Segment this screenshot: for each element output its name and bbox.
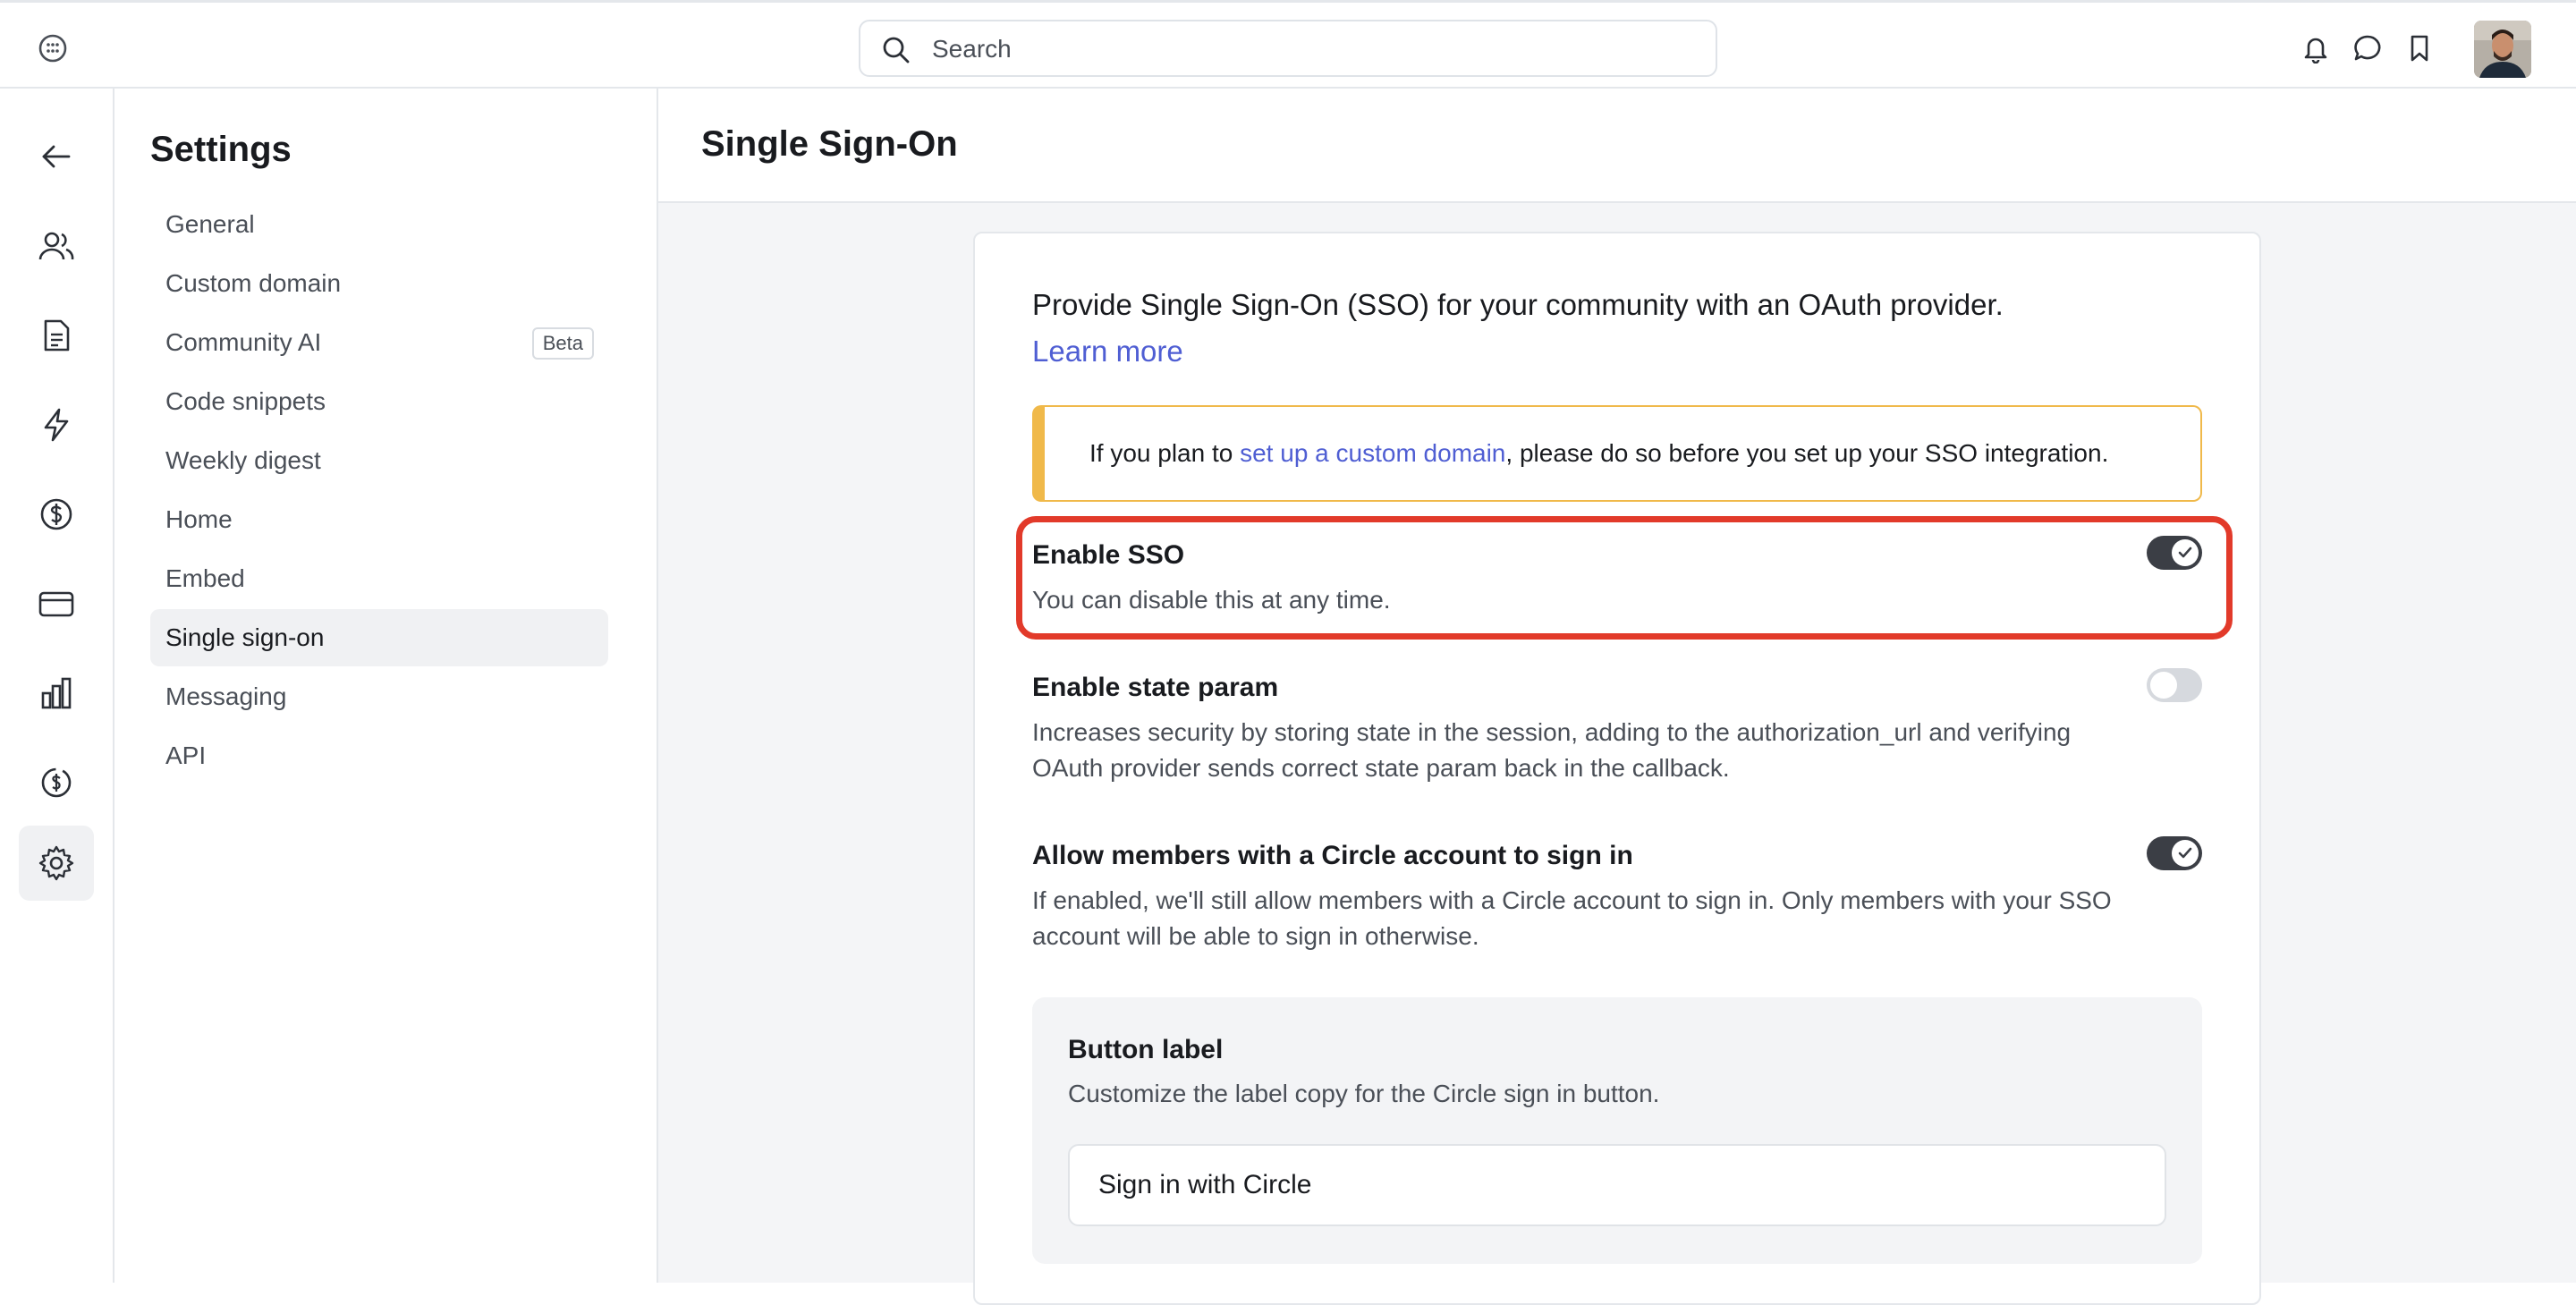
- page-title: Single Sign-On: [701, 124, 958, 164]
- setting-title: Allow members with a Circle account to s…: [1032, 841, 1633, 870]
- bell-icon[interactable]: [2301, 33, 2331, 64]
- nav-item-general[interactable]: General: [150, 196, 608, 253]
- search-bar[interactable]: [859, 20, 1717, 77]
- search-icon: [883, 37, 910, 64]
- nav-item-code-snippets[interactable]: Code snippets: [150, 373, 608, 430]
- dollar-icon: [40, 498, 72, 530]
- setting-description: If enabled, we'll still allow members wi…: [1032, 886, 2112, 950]
- search-input[interactable]: [932, 32, 1683, 66]
- setting-enable-sso: Enable SSO You can disable this at any t…: [1032, 536, 2202, 618]
- rail-workflows[interactable]: [19, 387, 94, 462]
- paywall-icon: [41, 767, 72, 798]
- check-icon: [2178, 547, 2192, 558]
- nav-item-messaging[interactable]: Messaging: [150, 668, 608, 725]
- top-bar: [0, 0, 2576, 89]
- avatar[interactable]: [2474, 21, 2531, 78]
- nav-item-embed[interactable]: Embed: [150, 550, 608, 607]
- setting-description: Increases security by storing state in t…: [1032, 718, 2072, 782]
- gear-icon: [38, 845, 74, 881]
- custom-domain-notice: If you plan to set up a custom domain, p…: [1032, 405, 2202, 502]
- learn-more-link[interactable]: Learn more: [1032, 328, 2195, 375]
- nav-item-weekly-digest[interactable]: Weekly digest: [150, 432, 608, 489]
- rail-members[interactable]: [19, 208, 94, 284]
- setting-title: Enable SSO: [1032, 540, 1185, 570]
- enable-state-param-toggle[interactable]: [2147, 668, 2202, 702]
- user-photo-icon: [2474, 21, 2531, 78]
- nav-item-community-ai[interactable]: Community AI Beta: [150, 314, 608, 371]
- setting-title: Enable state param: [1032, 673, 1279, 702]
- community-switcher-icon[interactable]: [38, 33, 68, 64]
- sso-settings-card: Provide Single Sign-On (SSO) for your co…: [973, 232, 2261, 1305]
- setting-allow-circle-members: Allow members with a Circle account to s…: [1032, 836, 2202, 954]
- setting-enable-state-param: Enable state param Increases security by…: [1032, 668, 2202, 786]
- document-icon: [44, 319, 70, 352]
- nav-item-custom-domain[interactable]: Custom domain: [150, 255, 608, 312]
- app-rail: [0, 89, 114, 1283]
- button-label-description: Customize the label copy for the Circle …: [1068, 1080, 1660, 1107]
- settings-title: Settings: [150, 130, 292, 169]
- button-label-input[interactable]: [1068, 1144, 2166, 1226]
- rail-settings[interactable]: [19, 826, 94, 901]
- rail-posts[interactable]: [19, 298, 94, 373]
- setting-description: You can disable this at any time.: [1032, 586, 1391, 614]
- card-icon: [38, 591, 74, 617]
- rail-paywalls[interactable]: [19, 477, 94, 552]
- nav-item-home[interactable]: Home: [150, 491, 608, 548]
- rail-billing[interactable]: [19, 566, 94, 641]
- button-label-title: Button label: [1068, 1035, 1224, 1064]
- bolt-icon: [44, 408, 69, 442]
- enable-sso-toggle[interactable]: [2147, 536, 2202, 570]
- back-button[interactable]: [19, 119, 94, 194]
- nav-item-api[interactable]: API: [150, 727, 608, 784]
- nav-item-single-sign-on[interactable]: Single sign-on: [150, 609, 608, 666]
- intro-text: Provide Single Sign-On (SSO) for your co…: [1032, 282, 2195, 375]
- content-header: Single Sign-On: [658, 89, 2576, 203]
- check-icon: [2178, 847, 2192, 859]
- bookmark-icon[interactable]: [2404, 33, 2435, 64]
- chart-icon: [41, 677, 72, 709]
- button-label-section: Button label Customize the label copy fo…: [1032, 997, 2202, 1264]
- back-arrow-icon: [42, 145, 71, 168]
- allow-circle-members-toggle[interactable]: [2147, 836, 2202, 870]
- settings-sidebar: Settings General Custom domain Community…: [114, 89, 658, 1283]
- rail-affiliates[interactable]: [19, 745, 94, 820]
- beta-badge: Beta: [531, 327, 594, 360]
- members-icon: [38, 232, 74, 260]
- chat-icon[interactable]: [2352, 33, 2383, 64]
- custom-domain-link[interactable]: set up a custom domain: [1240, 439, 1505, 467]
- rail-analytics[interactable]: [19, 656, 94, 731]
